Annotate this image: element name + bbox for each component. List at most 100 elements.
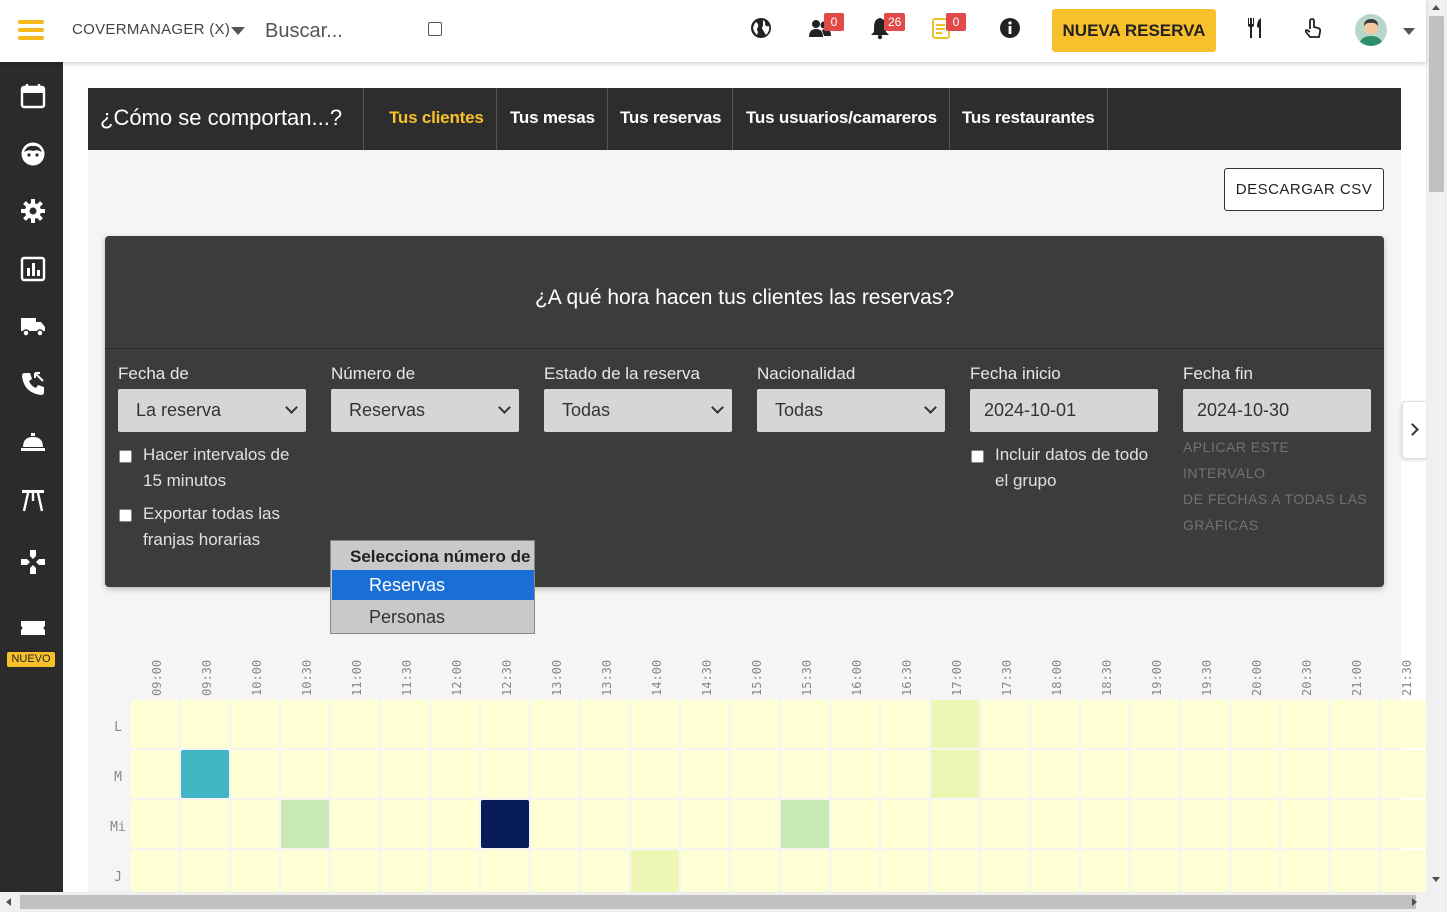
heatmap-cell: [381, 750, 429, 798]
hour-label: 12:30: [500, 659, 514, 696]
chevron-down-icon[interactable]: [1403, 28, 1415, 35]
heatmap-cell: [1181, 700, 1229, 748]
tab-clientes[interactable]: Tus clientes: [389, 108, 484, 128]
gate-icon[interactable]: [20, 487, 46, 513]
tab-reservas[interactable]: Tus reservas: [620, 108, 721, 128]
heatmap-cell: [531, 800, 579, 848]
new-booking-button[interactable]: NUEVA RESERVA: [1052, 9, 1216, 52]
heatmap-cell: [781, 850, 829, 892]
bell-icon[interactable]: 26: [868, 13, 906, 40]
heatmap-cell: [831, 750, 879, 798]
face-icon[interactable]: [20, 141, 46, 167]
hour-label: 15:30: [800, 659, 814, 696]
service-bell-icon[interactable]: [20, 429, 46, 455]
group-checkbox[interactable]: [971, 450, 984, 463]
hour-label: 09:30: [200, 659, 214, 696]
nacionalidad-select[interactable]: Todas: [757, 389, 945, 432]
globe-icon[interactable]: [749, 16, 773, 40]
filters-panel: ¿A qué hora hacen tus clientes las reser…: [105, 236, 1384, 587]
heatmap-cell: [131, 750, 179, 798]
chevron-down-icon: [285, 401, 298, 414]
hour-label: 16:30: [900, 659, 914, 696]
heatmap-cell: [681, 750, 729, 798]
heatmap-cell: [581, 700, 629, 748]
fecha-inicio-input[interactable]: 2024-10-01: [970, 389, 1158, 432]
option-personas[interactable]: Personas: [332, 602, 534, 632]
hour-label: 13:00: [550, 659, 564, 696]
heatmap-cell: [1231, 800, 1279, 848]
tab-mesas[interactable]: Tus mesas: [510, 108, 595, 128]
gamepad-icon[interactable]: [20, 549, 46, 575]
phone-icon[interactable]: [20, 371, 46, 397]
calendar-icon[interactable]: [20, 83, 46, 109]
heatmap-cell: [731, 700, 779, 748]
hour-label: 19:30: [1200, 659, 1214, 696]
heatmap-cell: [881, 700, 929, 748]
heatmap-cell: [281, 800, 329, 848]
tab-usuarios[interactable]: Tus usuarios/camareros: [746, 108, 937, 128]
truck-icon[interactable]: [20, 313, 46, 339]
heatmap-cell: [181, 750, 229, 798]
vertical-scroll-thumb[interactable]: [1429, 16, 1444, 192]
team-icon[interactable]: 0: [808, 13, 844, 40]
download-csv-button[interactable]: DESCARGAR CSV: [1224, 168, 1384, 211]
side-panel-toggle[interactable]: [1402, 401, 1426, 459]
fecha-de-select[interactable]: La reserva: [118, 389, 306, 432]
notes-icon[interactable]: 0: [930, 13, 966, 40]
day-label: L: [114, 720, 122, 735]
scroll-down-arrow[interactable]: [1432, 877, 1440, 882]
cutlery-icon[interactable]: [1244, 16, 1268, 40]
heatmap-cell: [1181, 750, 1229, 798]
restaurant-selector[interactable]: COVERMANAGER (X): [72, 21, 230, 38]
scroll-right-arrow[interactable]: [1412, 898, 1417, 906]
option-reservas[interactable]: Reservas: [332, 570, 534, 600]
fecha-fin-input[interactable]: 2024-10-30: [1183, 389, 1371, 432]
info-icon[interactable]: [998, 16, 1022, 40]
estado-select[interactable]: Todas: [544, 389, 732, 432]
heatmap-cell: [1381, 800, 1426, 848]
heatmap-cell: [931, 750, 979, 798]
export-checkbox[interactable]: [119, 509, 132, 522]
heatmap-cell: [881, 750, 929, 798]
avatar[interactable]: [1355, 14, 1387, 46]
heatmap-cell: [331, 850, 379, 892]
heatmap-cell: [1381, 750, 1426, 798]
heatmap-cell: [231, 800, 279, 848]
scroll-left-arrow[interactable]: [6, 898, 11, 906]
heatmap-cell: [681, 700, 729, 748]
apply-interval-link[interactable]: APLICAR ESTE INTERVALO DE FECHAS A TODAS …: [1183, 434, 1373, 538]
heatmap-cell: [181, 800, 229, 848]
estado-label: Estado de la reserva: [544, 364, 700, 383]
hour-label: 21:00: [1350, 659, 1364, 696]
ticket-icon[interactable]: [20, 615, 46, 641]
search-checkbox[interactable]: [428, 22, 442, 36]
search-input[interactable]: [258, 14, 418, 48]
hour-label: 12:00: [450, 659, 464, 696]
heatmap-cell: [1081, 700, 1129, 748]
heatmap-cell: [631, 800, 679, 848]
gear-icon[interactable]: [20, 198, 46, 224]
intervals-label: Hacer intervalos de 15 minutos: [143, 445, 290, 490]
hour-label: 19:00: [1150, 659, 1164, 696]
hour-label: 16:00: [850, 659, 864, 696]
intervals-checkbox[interactable]: [119, 450, 132, 463]
menu-icon[interactable]: [18, 20, 44, 40]
heatmap-cell: [531, 700, 579, 748]
heatmap-cell: [981, 850, 1029, 892]
heatmap-cell: [381, 800, 429, 848]
touch-icon[interactable]: [1301, 16, 1325, 40]
numero-de-select[interactable]: Reservas: [331, 389, 519, 432]
horizontal-scroll-thumb[interactable]: [20, 895, 1416, 909]
fecha-de-label: Fecha de: [118, 364, 189, 383]
heatmap-cell: [131, 800, 179, 848]
heatmap-cell: [1131, 750, 1179, 798]
chart-icon[interactable]: [20, 256, 46, 282]
tab-restaurantes[interactable]: Tus restaurantes: [962, 108, 1095, 128]
heatmap-cell: [281, 850, 329, 892]
heatmap-cell: [131, 700, 179, 748]
heatmap-cell: [381, 700, 429, 748]
heatmap-cell: [1281, 800, 1329, 848]
heatmap-cell: [831, 700, 879, 748]
chevron-down-icon[interactable]: [231, 27, 245, 35]
scroll-up-arrow[interactable]: [1432, 5, 1440, 10]
